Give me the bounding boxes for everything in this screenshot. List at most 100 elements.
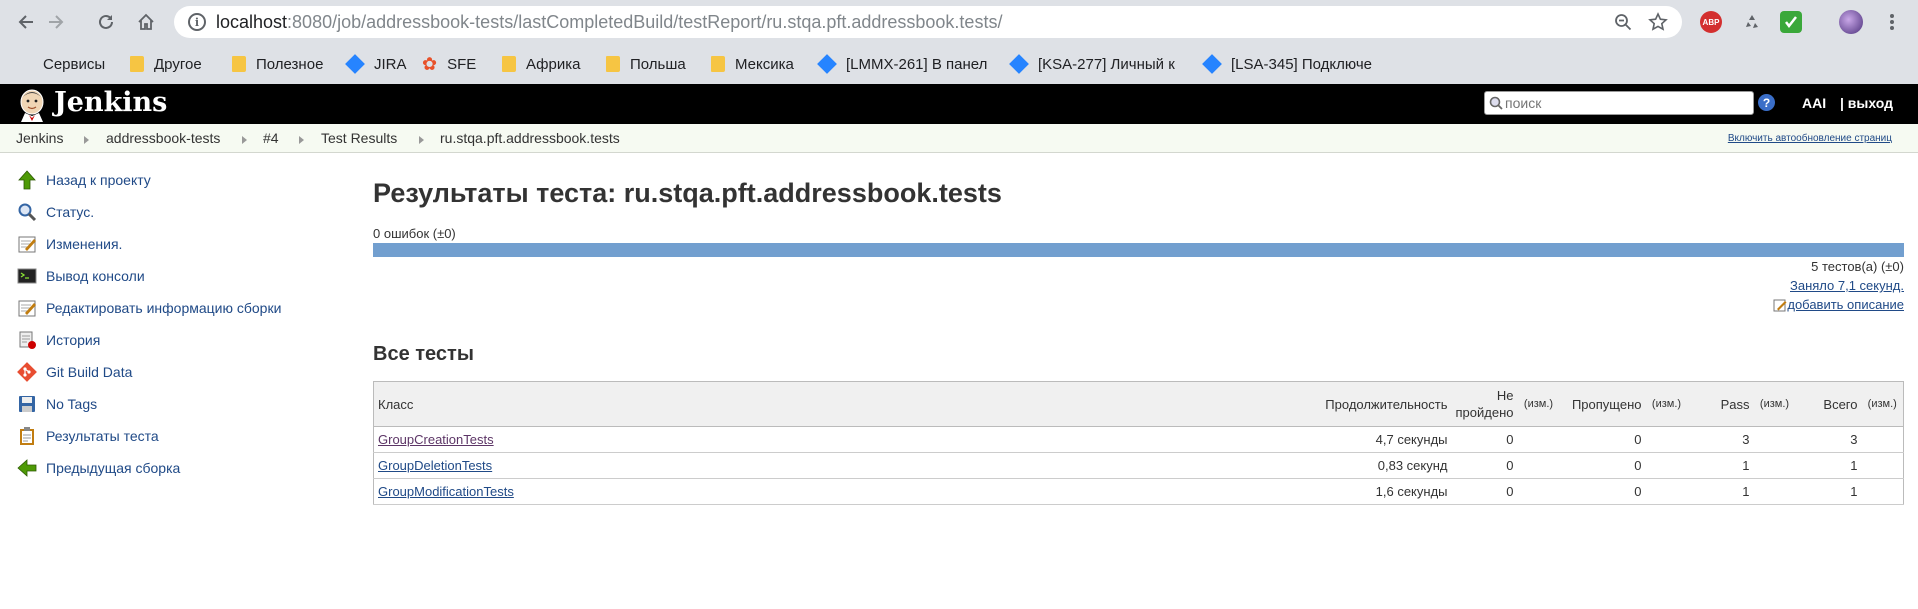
bookmark-jira[interactable]: JIRA <box>345 53 407 75</box>
edit-description-icon <box>1773 299 1787 311</box>
col-header-pass-diff[interactable]: (изм.) <box>1753 381 1796 427</box>
cell-pass-diff <box>1753 452 1796 479</box>
folder-icon <box>711 56 725 72</box>
col-header-duration[interactable]: Продолжительность <box>1291 381 1452 427</box>
sidebar-item-changes[interactable]: Изменения. <box>16 232 122 256</box>
folder-icon <box>606 56 620 72</box>
enable-autorefresh-link[interactable]: Включить автообновление страниц <box>1728 133 1892 144</box>
breadcrumb-test-results[interactable]: Test Results <box>321 130 397 146</box>
cell-total-diff <box>1861 452 1904 479</box>
test-class-link[interactable]: GroupModificationTests <box>378 484 514 499</box>
terminal-icon <box>16 265 38 287</box>
bookmark-lsa-345[interactable]: [LSA-345] Подключе <box>1202 53 1372 75</box>
home-icon[interactable] <box>132 8 160 36</box>
logout-link[interactable]: | выход <box>1840 95 1893 111</box>
chrome-menu-icon[interactable] <box>1878 8 1906 36</box>
sidebar-item-console-output[interactable]: Вывод консоли <box>16 264 145 288</box>
bookmark-folder-poland[interactable]: Польша <box>606 53 686 75</box>
sidebar-item-test-results[interactable]: Результаты теста <box>16 424 159 448</box>
add-description-link[interactable]: добавить описание <box>1773 297 1904 312</box>
bookmark-folder-africa[interactable]: Африка <box>502 53 580 75</box>
sidebar-item-label: Редактировать информацию сборки <box>46 300 282 316</box>
reload-icon[interactable] <box>92 8 120 36</box>
col-header-total[interactable]: Всего <box>1795 381 1862 427</box>
cell-total: 1 <box>1795 478 1862 505</box>
table-row: GroupModificationTests 1,6 секунды 0 0 1… <box>373 478 1904 505</box>
zoom-icon[interactable] <box>1611 10 1635 34</box>
bookmark-ksa-277[interactable]: [KSA-277] Личный к <box>1009 53 1175 75</box>
checkmark-extension-icon[interactable] <box>1780 11 1802 33</box>
col-header-skipped[interactable]: Пропущено <box>1559 381 1646 427</box>
test-class-link[interactable]: GroupDeletionTests <box>378 458 492 473</box>
bookmark-lmmx-261[interactable]: [LMMX-261] В панел <box>817 53 987 75</box>
notepad-icon <box>16 233 38 255</box>
bookmark-star-icon[interactable] <box>1646 10 1670 34</box>
bookmark-sfe[interactable]: ✿ SFE <box>422 53 476 75</box>
cell-skipped-diff <box>1645 478 1688 505</box>
col-header-skipped-diff[interactable]: (изм.) <box>1645 381 1688 427</box>
bookmark-label: Мексика <box>735 55 794 73</box>
jira-icon <box>1009 54 1029 74</box>
url-text[interactable]: localhost:8080/job/addressbook-tests/las… <box>216 12 1002 33</box>
search-box[interactable] <box>1484 91 1754 115</box>
col-header-class[interactable]: Класс <box>373 381 1292 427</box>
breadcrumb-separator-icon <box>84 136 89 144</box>
profile-avatar[interactable] <box>1839 10 1863 34</box>
info-icon[interactable]: i <box>188 13 206 31</box>
sidebar-item-back-to-project[interactable]: Назад к проекту <box>16 168 151 192</box>
bookmark-label: Другое <box>154 55 202 73</box>
search-input[interactable] <box>1505 93 1749 113</box>
sidebar-item-history[interactable]: История <box>16 328 100 352</box>
sidebar-item-no-tags[interactable]: No Tags <box>16 392 97 416</box>
breadcrumb-jenkins[interactable]: Jenkins <box>16 130 63 146</box>
adblock-icon[interactable]: ABP <box>1700 11 1722 33</box>
bookmark-folder-other[interactable]: Другое <box>130 53 202 75</box>
jenkins-butler-logo[interactable] <box>16 88 48 122</box>
bookmark-folder-useful[interactable]: Полезное <box>232 53 323 75</box>
sidebar-item-label: Вывод консоли <box>46 268 145 284</box>
col-header-failed[interactable]: Не пройдено <box>1451 381 1518 427</box>
bookmark-label: JIRA <box>374 55 407 73</box>
col-header-failed-line1: Не <box>1496 388 1514 403</box>
folder-icon <box>502 56 516 72</box>
cell-class: GroupDeletionTests <box>373 452 1292 479</box>
sidebar-item-label: История <box>46 332 101 348</box>
recycle-icon[interactable] <box>1741 11 1763 33</box>
left-arrow-icon <box>16 457 38 479</box>
jenkins-title[interactable]: Jenkins <box>54 87 167 118</box>
bookmark-label: Африка <box>526 55 581 73</box>
col-header-failed-diff[interactable]: (изм.) <box>1517 381 1560 427</box>
back-arrow-icon[interactable] <box>12 8 40 36</box>
history-icon <box>16 329 38 351</box>
bookmark-label: Сервисы <box>43 55 106 73</box>
address-bar[interactable]: i localhost:8080/job/addressbook-tests/l… <box>174 6 1682 38</box>
test-class-link[interactable]: GroupCreationTests <box>378 432 494 447</box>
cell-pass-diff <box>1753 478 1796 505</box>
breadcrumb-package[interactable]: ru.stqa.pft.addressbook.tests <box>440 130 620 146</box>
user-link[interactable]: AAI <box>1802 95 1826 111</box>
bookmark-label: SFE <box>447 55 477 73</box>
duration-link[interactable]: Заняло 7,1 секунд. <box>1790 278 1904 293</box>
table-header-row: Класс Продолжительность Не пройдено (изм.… <box>373 381 1904 427</box>
sidebar-item-status[interactable]: Статус. <box>16 200 94 224</box>
git-icon <box>16 361 38 383</box>
cell-failed: 0 <box>1451 478 1518 505</box>
jira-icon <box>1202 54 1222 74</box>
col-header-failed-line2: пройдено <box>1455 405 1514 420</box>
cell-duration: 1,6 секунды <box>1291 478 1452 505</box>
sidebar-item-label: Изменения. <box>46 236 123 252</box>
bookmark-services[interactable]: Сервисы <box>17 53 105 75</box>
breadcrumb-separator-icon <box>242 136 247 144</box>
cell-duration: 4,7 секунды <box>1291 426 1452 453</box>
col-header-pass[interactable]: Pass <box>1687 381 1754 427</box>
sidebar-item-git-build-data[interactable]: Git Build Data <box>16 360 132 384</box>
col-header-total-diff[interactable]: (изм.) <box>1861 381 1904 427</box>
breadcrumb-project[interactable]: addressbook-tests <box>106 130 220 146</box>
help-icon[interactable]: ? <box>1758 94 1775 111</box>
sidebar-item-previous-build[interactable]: Предыдущая сборка <box>16 456 180 480</box>
forward-arrow-icon[interactable] <box>42 8 70 36</box>
breadcrumb-build[interactable]: #4 <box>263 130 279 146</box>
bookmark-folder-mexico[interactable]: Мексика <box>711 53 794 75</box>
sidebar-item-edit-build-info[interactable]: Редактировать информацию сборки <box>16 296 281 320</box>
failure-count: 0 ошибок (±0) <box>373 226 456 241</box>
